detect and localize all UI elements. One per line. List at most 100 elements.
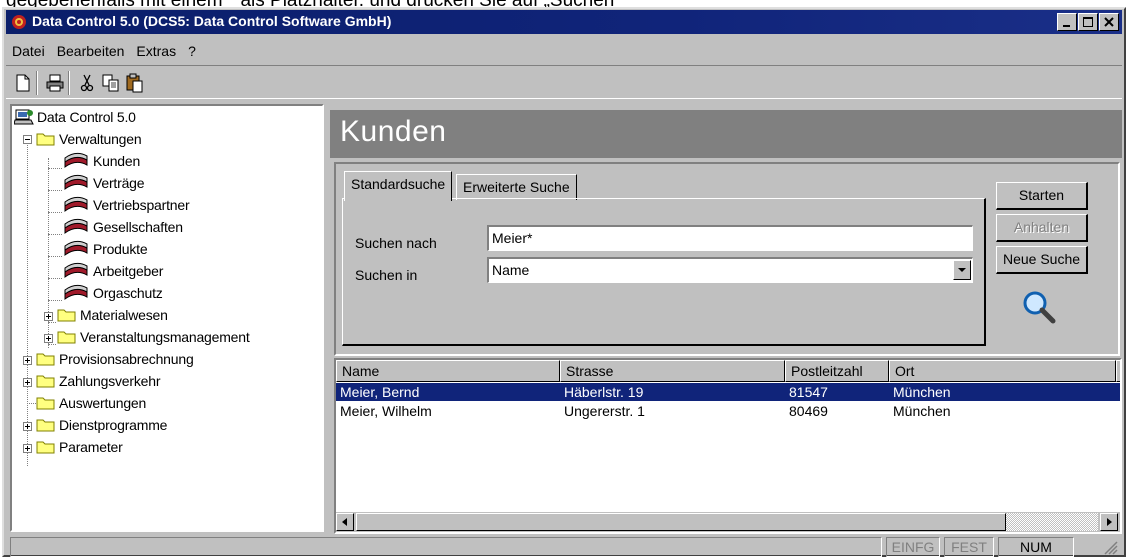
tree-item-auswertungen[interactable]: Auswertungen	[36, 392, 146, 414]
column-header-city[interactable]: Ort	[889, 360, 1116, 382]
tab-standardsuche[interactable]: Standardsuche	[344, 171, 453, 201]
tree-label: Provisionsabrechnung	[59, 351, 194, 367]
tree-item-orgaschutz[interactable]: Orgaschutz	[62, 282, 163, 304]
paste-icon[interactable]	[124, 72, 146, 94]
tree-item-provisionsabrechnung[interactable]: Provisionsabrechnung	[36, 348, 194, 370]
expand-toggle[interactable]	[44, 312, 53, 321]
tree-item-dienstprogramme[interactable]: Dienstprogramme	[36, 414, 167, 436]
tree-connector	[48, 322, 56, 323]
horizontal-scrollbar[interactable]	[336, 512, 1120, 532]
tree-item-vertriebspartner[interactable]: Vertriebspartner	[62, 194, 190, 216]
menu-help[interactable]: ?	[182, 43, 202, 59]
tree-connector	[27, 403, 36, 404]
tree-label: Veranstaltungsmanagement	[80, 329, 250, 345]
stack-icon	[64, 262, 88, 278]
start-button[interactable]: Starten	[996, 182, 1088, 210]
tree-connector	[48, 168, 62, 169]
folder-icon	[36, 441, 55, 454]
toolbar	[6, 65, 1122, 99]
arrow-left-icon	[342, 518, 347, 526]
menu-extras[interactable]: Extras	[130, 43, 182, 59]
minimize-button[interactable]	[1057, 13, 1077, 31]
close-button[interactable]	[1099, 13, 1119, 31]
tree-label: Data Control 5.0	[37, 109, 136, 125]
status-caps: FEST	[944, 537, 994, 557]
collapse-toggle[interactable]	[23, 135, 32, 144]
search-panel: Standardsuche Erweiterte Suche Suchen na…	[334, 162, 1120, 356]
chevron-down-icon[interactable]	[953, 260, 971, 280]
stack-icon	[64, 240, 88, 256]
tree-item-zahlungsverkehr[interactable]: Zahlungsverkehr	[36, 370, 160, 392]
scroll-thumb[interactable]	[356, 513, 1006, 531]
print-icon[interactable]	[44, 72, 66, 94]
tree-connector	[48, 256, 62, 257]
expand-toggle[interactable]	[23, 422, 32, 431]
tree-item-produkte[interactable]: Produkte	[62, 238, 148, 260]
expand-toggle[interactable]	[44, 334, 53, 343]
scroll-right-button[interactable]	[1100, 513, 1118, 531]
cut-icon[interactable]	[76, 72, 98, 94]
tree-item-arbeitgeber[interactable]: Arbeitgeber	[62, 260, 163, 282]
folder-icon	[57, 309, 76, 322]
tree-connector	[48, 212, 62, 213]
tree-item-kunden[interactable]: Kunden	[62, 150, 140, 172]
maximize-icon	[1083, 17, 1093, 27]
new-search-button[interactable]: Neue Suche	[996, 246, 1088, 274]
stack-icon	[64, 218, 88, 234]
app-logo-icon	[12, 15, 26, 29]
scroll-left-button[interactable]	[336, 513, 354, 531]
tree-item-materialwesen[interactable]: Materialwesen	[57, 304, 168, 326]
new-document-icon[interactable]	[12, 72, 34, 94]
title-bar[interactable]: Data Control 5.0 (DCS5: Data Control Sof…	[6, 10, 1122, 34]
cell-name: Meier, Wilhelm	[340, 403, 432, 419]
menu-bar: Datei Bearbeiten Extras ?	[6, 38, 1122, 64]
tree-label: Verträge	[93, 175, 145, 191]
table-row[interactable]: Meier, Bernd Häberlstr. 19 81547 München	[336, 383, 1120, 401]
maximize-button[interactable]	[1078, 13, 1098, 31]
tree-label: Auswertungen	[59, 395, 147, 411]
cell-name: Meier, Bernd	[340, 384, 420, 400]
resize-grip-icon[interactable]	[1102, 539, 1118, 555]
column-header-zip[interactable]: Postleitzahl	[785, 360, 889, 382]
tree-item-parameter[interactable]: Parameter	[36, 436, 123, 458]
cell-city: München	[893, 403, 951, 419]
search-for-input[interactable]: Meier*	[487, 225, 973, 251]
folder-open-icon	[36, 133, 55, 146]
tree-connector	[48, 344, 56, 345]
tree-connector	[48, 278, 62, 279]
tab-erweiterte-suche[interactable]: Erweiterte Suche	[456, 174, 577, 200]
tree-item-veranstaltungsmanagement[interactable]: Veranstaltungsmanagement	[57, 326, 250, 348]
column-header-name[interactable]: Name	[336, 360, 560, 382]
menu-datei[interactable]: Datei	[6, 43, 51, 59]
search-for-label: Suchen nach	[355, 235, 437, 251]
cell-city: München	[893, 384, 951, 400]
tree-item-vertraege[interactable]: Verträge	[62, 172, 145, 194]
stack-icon	[64, 196, 88, 212]
search-in-select[interactable]: Name	[487, 257, 973, 283]
expand-toggle[interactable]	[23, 356, 32, 365]
stack-icon	[64, 284, 88, 300]
tree-connector	[48, 300, 62, 301]
search-in-label: Suchen in	[355, 267, 418, 283]
tree-item-gesellschaften[interactable]: Gesellschaften	[62, 216, 183, 238]
expand-toggle[interactable]	[23, 378, 32, 387]
column-header-street[interactable]: Strasse	[560, 360, 785, 382]
navigation-tree: Data Control 5.0 Verwaltungen Kunden Ver…	[10, 104, 324, 532]
folder-icon	[36, 353, 55, 366]
stop-button[interactable]: Anhalten	[996, 214, 1088, 242]
status-message	[10, 537, 882, 557]
column-header-filler	[1116, 360, 1120, 382]
table-row[interactable]: Meier, Wilhelm Ungererstr. 1 80469 Münch…	[336, 402, 1120, 420]
cell-zip: 81547	[789, 384, 828, 400]
tree-item-verwaltungen[interactable]: Verwaltungen	[36, 128, 142, 150]
tree-connector	[48, 190, 62, 191]
expand-toggle[interactable]	[23, 444, 32, 453]
tree-connector	[27, 136, 28, 466]
page-header: Kunden	[330, 110, 1122, 158]
tree-root[interactable]: Data Control 5.0	[14, 106, 136, 128]
tree-label: Verwaltungen	[59, 131, 142, 147]
copy-icon[interactable]	[100, 72, 122, 94]
menu-bearbeiten[interactable]: Bearbeiten	[51, 43, 131, 59]
status-insert: EINFG	[886, 537, 940, 557]
minimize-icon	[1063, 25, 1070, 27]
